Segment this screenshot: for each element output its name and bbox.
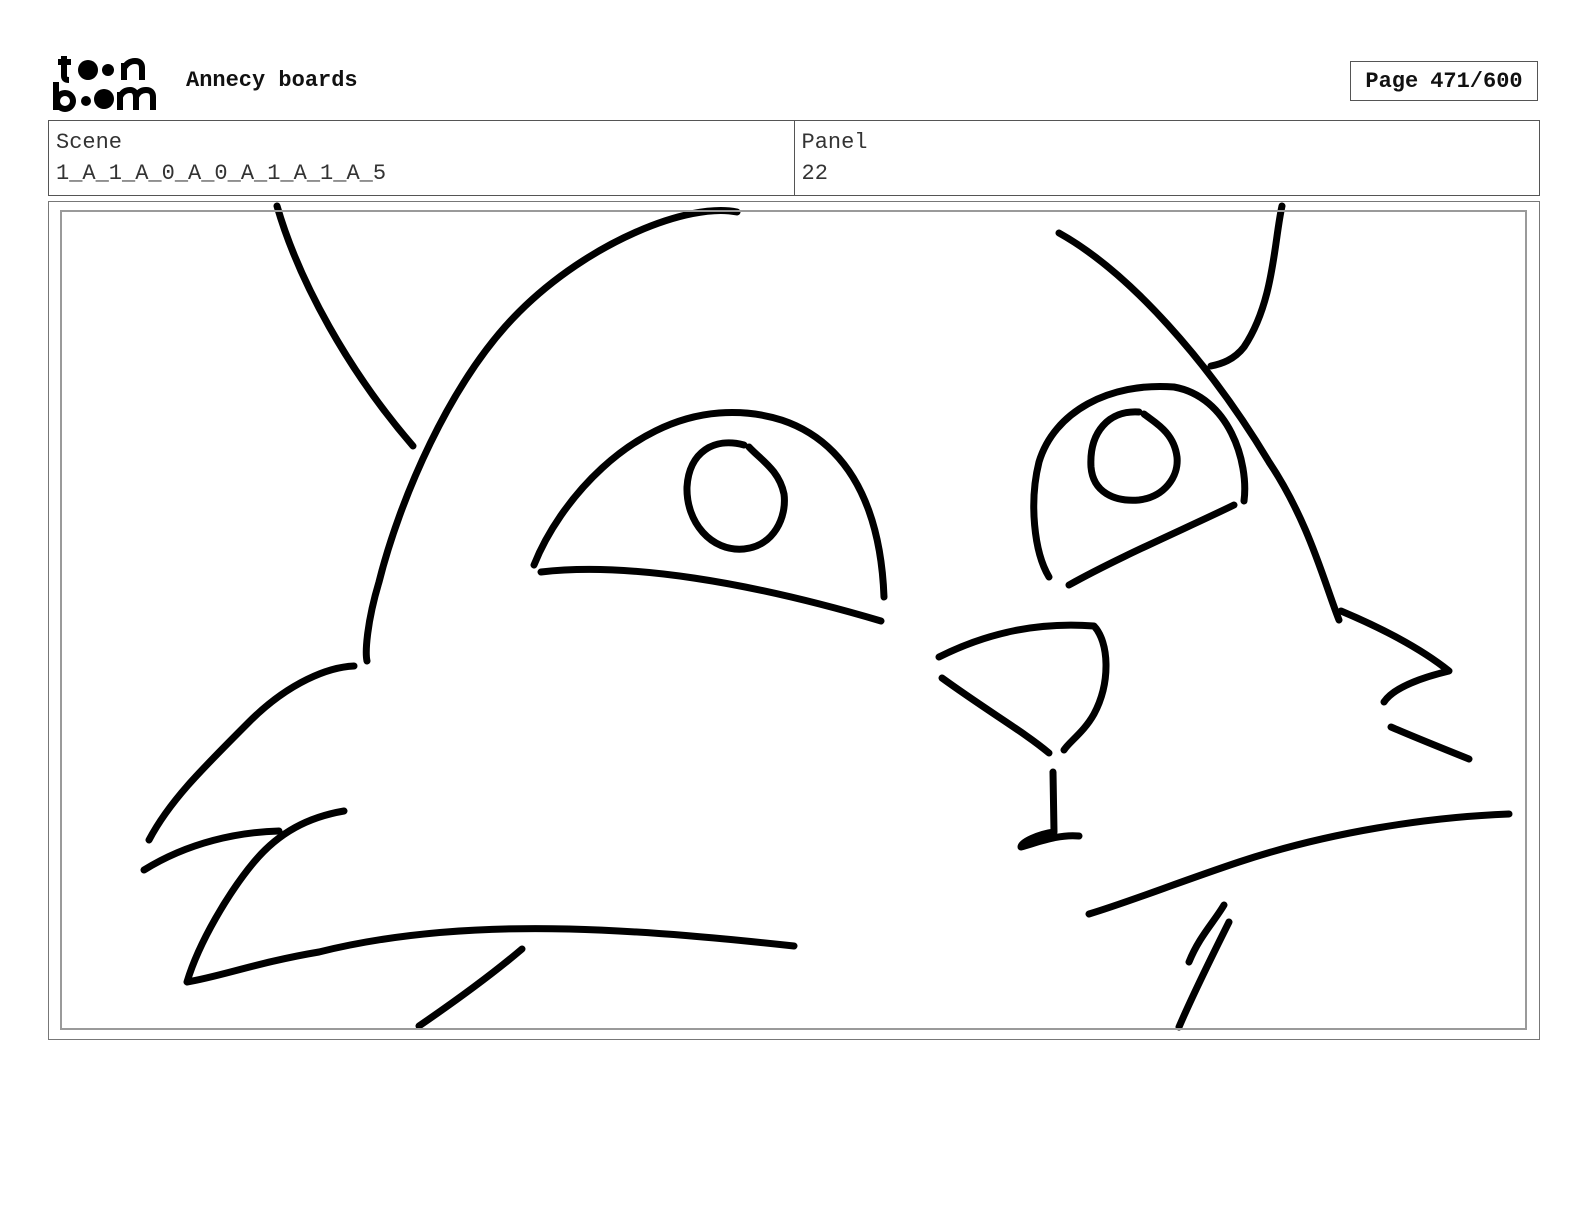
page-value: 471/600 xyxy=(1430,68,1523,94)
panel-value: 22 xyxy=(801,161,828,186)
app-title: Annecy boards xyxy=(186,68,358,93)
toon-boom-logo xyxy=(52,50,164,112)
panel-label: Panel xyxy=(801,130,868,155)
scene-panel-info: Scene 1_A_1_A_0_A_0_A_1_A_1_A_5 Panel 22 xyxy=(48,120,1540,196)
storyboard-panel xyxy=(48,201,1540,1040)
panel-drawing xyxy=(140,202,1513,1031)
panel-cell: Panel 22 xyxy=(793,121,1540,195)
scene-value: 1_A_1_A_0_A_0_A_1_A_1_A_5 xyxy=(56,161,387,186)
logo-icon xyxy=(53,56,156,112)
page-indicator: Page 471/600 xyxy=(1350,61,1538,101)
scene-cell: Scene 1_A_1_A_0_A_0_A_1_A_1_A_5 xyxy=(49,121,794,195)
scene-label: Scene xyxy=(56,130,123,155)
page-label: Page xyxy=(1365,68,1419,94)
